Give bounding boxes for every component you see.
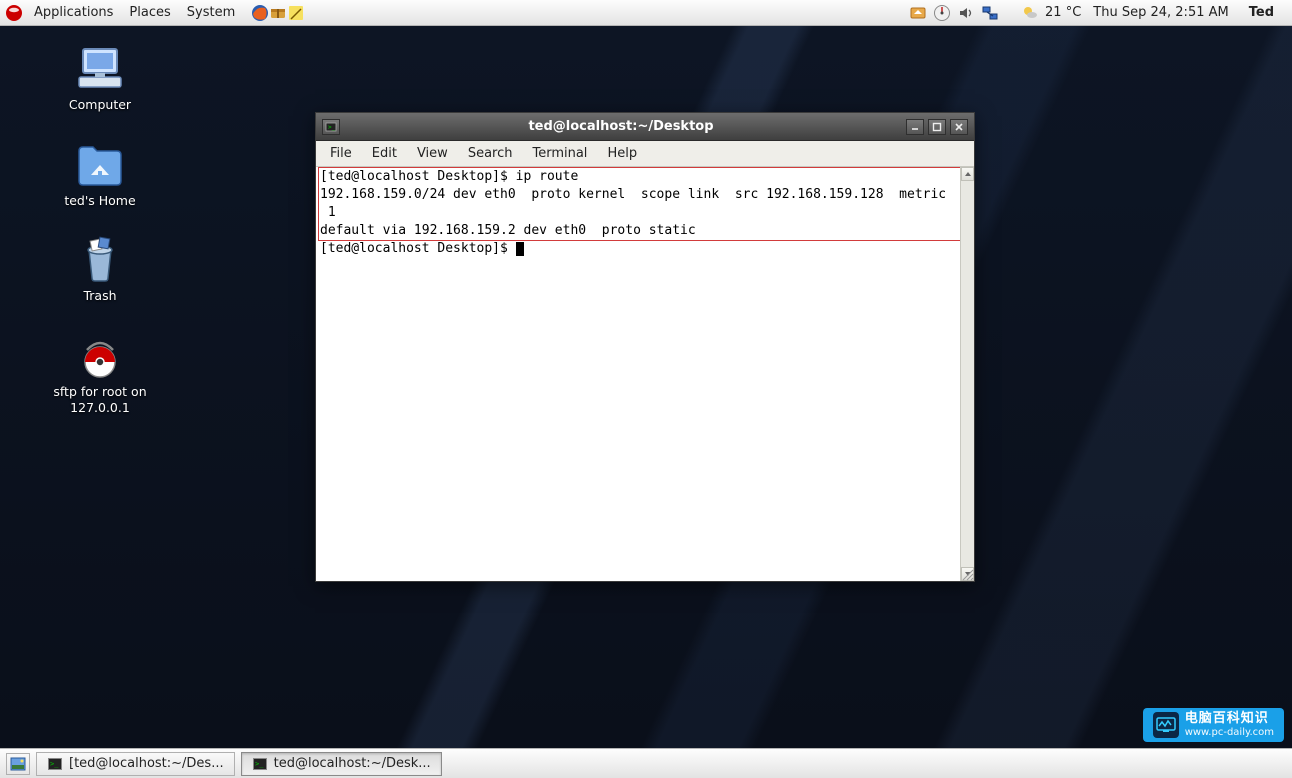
bottom-panel: >_ [ted@localhost:~/Des... >_ ted@localh…	[0, 748, 1292, 778]
computer-icon	[73, 45, 127, 93]
terminal-app-icon: >_	[252, 756, 268, 772]
watermark-icon	[1153, 712, 1179, 738]
cpu-monitor-icon[interactable]	[933, 4, 951, 22]
package-manager-launcher-icon[interactable]	[269, 4, 287, 22]
menu-places[interactable]: Places	[121, 2, 178, 23]
desktop-icon-label: Trash	[83, 288, 116, 304]
home-folder-icon	[73, 141, 127, 189]
scroll-up-button[interactable]	[961, 167, 974, 181]
desktop-icon-trash[interactable]: Trash	[20, 236, 180, 304]
watermark-url: www.pc-daily.com	[1185, 727, 1274, 738]
notes-launcher-icon[interactable]	[287, 4, 305, 22]
network-place-icon	[73, 332, 127, 380]
menu-help[interactable]: Help	[597, 143, 647, 164]
menu-system[interactable]: System	[179, 2, 243, 23]
desktop-icon-label: Computer	[69, 97, 131, 113]
desktop-icon-label: sftp for root on 127.0.0.1	[25, 384, 175, 415]
menu-file[interactable]: File	[320, 143, 362, 164]
terminal-app-icon: >_	[47, 756, 63, 772]
taskbar-item-label: [ted@localhost:~/Des...	[69, 756, 224, 771]
window-menu-icon[interactable]: >_	[322, 119, 340, 135]
trash-icon	[73, 236, 127, 284]
distro-logo-icon	[4, 3, 24, 23]
taskbar-item-2[interactable]: >_ ted@localhost:~/Desk...	[241, 752, 442, 776]
desktop-icon-home[interactable]: ted's Home	[20, 141, 180, 209]
window-title: ted@localhost:~/Desktop	[340, 119, 902, 134]
taskbar-item-1[interactable]: >_ [ted@localhost:~/Des...	[36, 752, 235, 776]
terminal-cursor	[516, 242, 524, 256]
watermark-title: 电脑百科知识	[1185, 712, 1274, 726]
desktop-icon-computer[interactable]: Computer	[20, 45, 180, 113]
terminal-body[interactable]: [ted@localhost Desktop]$ ip route 192.16…	[316, 167, 974, 581]
window-titlebar[interactable]: >_ ted@localhost:~/Desktop	[316, 113, 974, 141]
desktop-icons: Computer ted's Home Trash sftp for root …	[20, 45, 180, 415]
top-panel: Applications Places System 21 °C Thu Sep…	[0, 0, 1292, 26]
menu-applications[interactable]: Applications	[26, 2, 121, 23]
network-icon[interactable]	[981, 4, 999, 22]
desktop-icon-sftp[interactable]: sftp for root on 127.0.0.1	[20, 332, 180, 415]
close-button[interactable]	[950, 119, 968, 135]
svg-text:>_: >_	[50, 760, 59, 768]
scroll-track[interactable]	[961, 181, 974, 567]
terminal-window: >_ ted@localhost:~/Desktop File Edit Vie…	[315, 112, 975, 582]
desktop-icon-label: ted's Home	[64, 193, 135, 209]
show-desktop-button[interactable]	[6, 753, 30, 775]
user-menu[interactable]: Ted	[1241, 5, 1282, 20]
watermark: 电脑百科知识 www.pc-daily.com	[1143, 708, 1284, 742]
minimize-button[interactable]	[906, 119, 924, 135]
menu-view[interactable]: View	[407, 143, 458, 164]
svg-text:>_: >_	[328, 124, 336, 131]
update-notifier-icon[interactable]	[909, 4, 927, 22]
weather-icon[interactable]	[1021, 4, 1039, 22]
clock-text[interactable]: Thu Sep 24, 2:51 AM	[1087, 5, 1234, 20]
maximize-button[interactable]	[928, 119, 946, 135]
terminal-text: [ted@localhost Desktop]$ ip route 192.16…	[316, 167, 974, 259]
terminal-menubar: File Edit View Search Terminal Help	[316, 141, 974, 167]
taskbar-item-label: ted@localhost:~/Desk...	[274, 756, 431, 771]
menu-terminal[interactable]: Terminal	[522, 143, 597, 164]
menu-search[interactable]: Search	[458, 143, 523, 164]
system-tray: 21 °C Thu Sep 24, 2:51 AM Ted	[903, 4, 1288, 22]
svg-text:>_: >_	[255, 760, 264, 768]
volume-icon[interactable]	[957, 4, 975, 22]
resize-grip-icon[interactable]	[960, 567, 974, 581]
firefox-launcher-icon[interactable]	[251, 4, 269, 22]
temperature-text: 21 °C	[1045, 5, 1081, 20]
terminal-scrollbar[interactable]	[960, 167, 974, 581]
menu-edit[interactable]: Edit	[362, 143, 407, 164]
